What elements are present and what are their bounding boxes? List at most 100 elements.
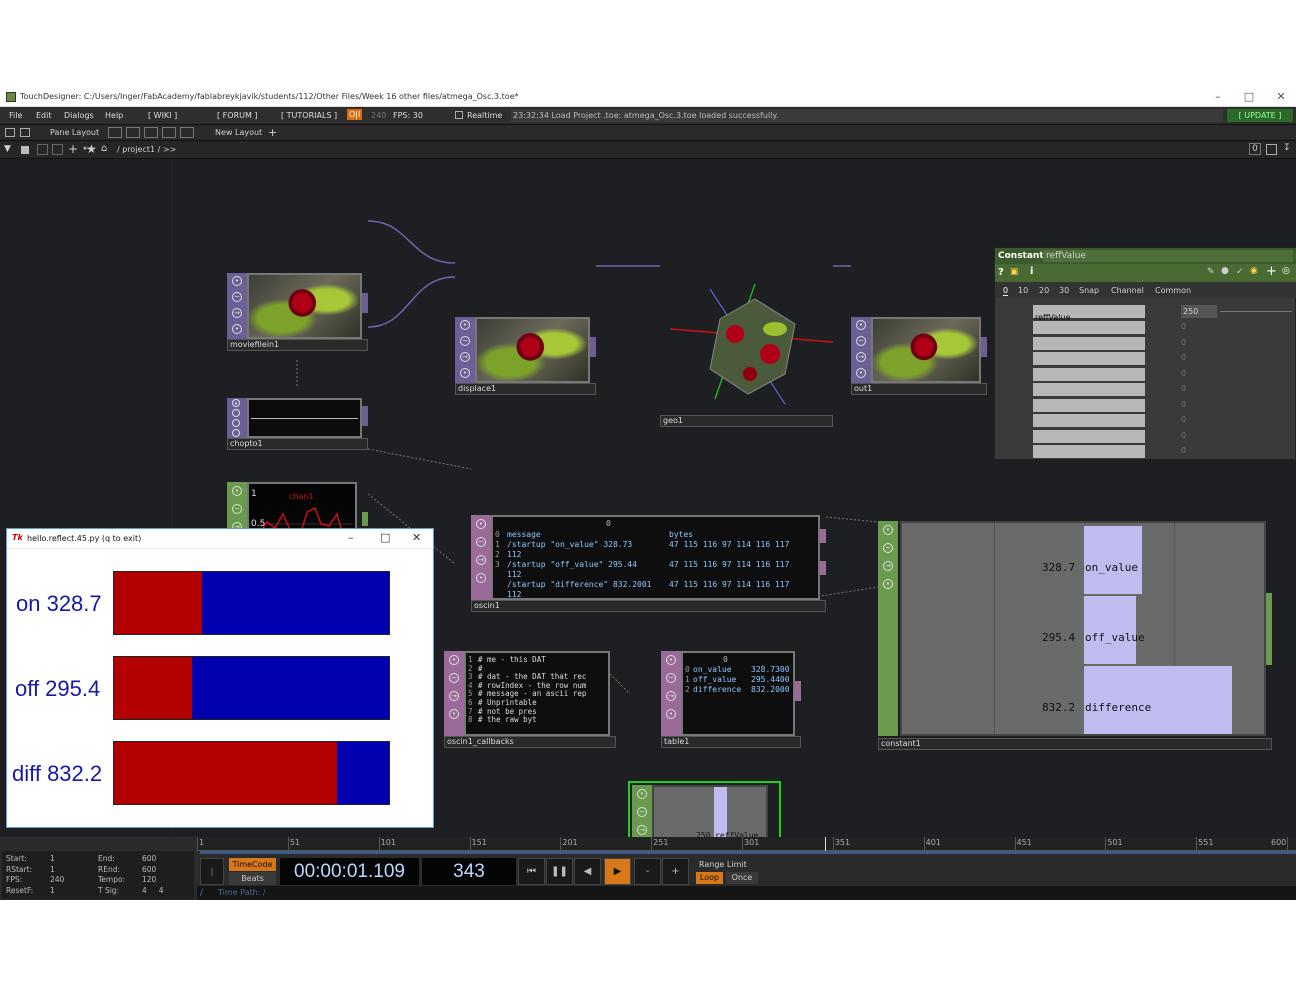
arrow-icon[interactable]: → [883, 561, 893, 571]
realtime-toggle[interactable] [455, 111, 463, 119]
layout-2-icon[interactable] [126, 127, 140, 138]
param-name-field[interactable]: reffValue [1033, 305, 1145, 322]
param-slider[interactable] [1220, 311, 1292, 312]
bypass-icon[interactable]: • [476, 573, 486, 583]
param-value-zero[interactable]: 0 [1181, 353, 1186, 362]
add-layout-icon[interactable]: + [268, 126, 277, 139]
home-icon[interactable]: ⌂ [101, 143, 107, 154]
python-logo-icon[interactable]: ◉ [1250, 266, 1258, 276]
viewer-icon[interactable]: • [883, 525, 893, 535]
arrow-icon[interactable]: → [856, 352, 866, 362]
edit-icon[interactable]: ~ [637, 807, 647, 817]
info-icon[interactable]: i [1030, 266, 1033, 277]
bypass-icon[interactable]: • [449, 709, 459, 719]
output-connector[interactable] [795, 681, 801, 701]
edit-icon[interactable]: ~ [883, 543, 893, 553]
comment-icon[interactable]: ● [1221, 266, 1229, 276]
tab-10[interactable]: 10 [1018, 286, 1028, 295]
add-icon[interactable]: + [68, 142, 78, 156]
node-chopto1[interactable]: • chopto1 [227, 398, 368, 450]
once-button[interactable]: Once [726, 872, 758, 884]
arrow-icon[interactable]: → [460, 352, 470, 362]
timeline-ruler[interactable]: 1 51 101 151 201 251 301 351 401 451 501 551 600 [197, 837, 1296, 851]
layout-1-icon[interactable] [108, 127, 122, 138]
node-table1[interactable]: • ~ → • 0 012 on_value 328.7300 off_value… [661, 651, 801, 748]
edit-icon[interactable]: ~ [449, 673, 459, 683]
forum-button[interactable]: [ FORUM ] [217, 111, 258, 120]
node-constant1[interactable]: • ~ → • 328.7 on_value 295.4 off_value 8… [878, 521, 1272, 750]
param-name-field[interactable] [1033, 430, 1145, 443]
viewer-icon[interactable]: • [460, 320, 470, 330]
arrow-icon[interactable] [232, 419, 240, 427]
viewer-icon[interactable]: • [232, 276, 242, 286]
param-value-zero[interactable]: 0 [1181, 431, 1186, 440]
edit-icon[interactable]: ~ [856, 336, 866, 346]
edit-icon[interactable]: ~ [666, 673, 676, 683]
minimize-button[interactable]: – [1203, 89, 1233, 105]
dropdown-icon[interactable]: ▼ [4, 144, 11, 154]
view-icon[interactable] [1266, 144, 1277, 155]
node-label[interactable]: moviefilein1 [227, 339, 368, 351]
play-reverse-icon[interactable]: ◀ [574, 858, 601, 885]
wiki-button[interactable]: [ WIKI ] [148, 111, 177, 120]
node-oscin1-callbacks[interactable]: • ~ → • 12345678 # me - this DAT # # dat -… [444, 651, 616, 748]
menu-dialogs[interactable]: Dialogs [64, 111, 94, 120]
arrow-icon[interactable]: → [476, 555, 486, 565]
tab-0[interactable]: 0 [1003, 286, 1009, 296]
tutorials-button[interactable]: [ TUTORIALS ] [281, 111, 337, 120]
close-button[interactable]: ✕ [1266, 89, 1296, 105]
network-path[interactable]: / project1 / >> [117, 145, 176, 154]
edit-icon[interactable]: ~ [232, 292, 242, 302]
bypass-icon[interactable] [232, 429, 240, 437]
back-icon[interactable] [37, 144, 48, 155]
op-name-field[interactable]: reffValue [1043, 250, 1293, 262]
stop-icon[interactable] [21, 146, 29, 154]
tab-snap[interactable]: Snap [1079, 286, 1099, 295]
param-value-zero[interactable]: 0 [1181, 369, 1186, 378]
edit-icon[interactable]: ~ [232, 504, 242, 514]
forward-icon[interactable] [52, 144, 63, 155]
timecode-button[interactable]: TimeCode [229, 858, 276, 871]
edit-icon[interactable]: ~ [476, 537, 486, 547]
arrow-icon[interactable]: → [232, 308, 242, 318]
arrow-icon[interactable]: → [666, 691, 676, 701]
rate-field[interactable]: 240 [371, 111, 386, 120]
bypass-icon[interactable]: • [883, 579, 893, 589]
output-connector[interactable] [362, 512, 368, 526]
step-forward-button[interactable]: + [662, 858, 689, 885]
arrow-icon[interactable]: → [637, 825, 647, 835]
rewind-icon[interactable]: ⏮ [518, 858, 545, 885]
zero-field[interactable]: 0 [1249, 143, 1261, 155]
perform-mode-button[interactable]: O|I [347, 109, 363, 120]
output-connector[interactable] [820, 529, 826, 543]
pencil-icon[interactable]: ✎ [1207, 267, 1215, 277]
param-name-field[interactable] [1033, 399, 1145, 412]
layout-3-icon[interactable] [144, 127, 158, 138]
param-value-zero[interactable]: 0 [1181, 338, 1186, 347]
add-param-icon[interactable]: + [1266, 264, 1277, 279]
node-oscin1[interactable]: • ~ → • 0 message bytes /startup "on_valu… [471, 515, 826, 612]
bypass-icon[interactable]: • [856, 368, 866, 378]
left-values[interactable]: 1 1 240 1 [50, 854, 64, 896]
bypass-icon[interactable]: • [232, 324, 242, 334]
node-moviefilein1[interactable]: • ~ → • moviefilein1 [227, 273, 368, 351]
node-label[interactable]: chopto1 [227, 438, 368, 450]
step-back-button[interactable]: - [634, 858, 661, 885]
viewer-icon[interactable]: • [232, 486, 242, 496]
node-label[interactable]: table1 [661, 736, 801, 748]
tk-maximize-button[interactable]: □ [380, 531, 390, 544]
param-value-zero[interactable]: 0 [1181, 446, 1186, 455]
arrow-icon[interactable]: → [449, 691, 459, 701]
update-button[interactable]: [ UPDATE ] [1227, 109, 1293, 122]
tab-common[interactable]: Common [1155, 286, 1191, 295]
tk-minimize-button[interactable]: – [348, 531, 354, 544]
param-value-zero[interactable]: 0 [1181, 400, 1186, 409]
menu-help[interactable]: Help [105, 111, 123, 120]
param-name-field[interactable] [1033, 414, 1145, 427]
download-icon[interactable]: ↧ [1283, 143, 1291, 153]
frame-display[interactable]: 343 [422, 858, 516, 885]
range-bar[interactable] [200, 851, 1296, 854]
node-geo1[interactable]: geo1 [660, 274, 834, 429]
node-out1[interactable]: • ~ → • out1 [851, 317, 987, 395]
node-label[interactable]: displace1 [455, 383, 596, 395]
